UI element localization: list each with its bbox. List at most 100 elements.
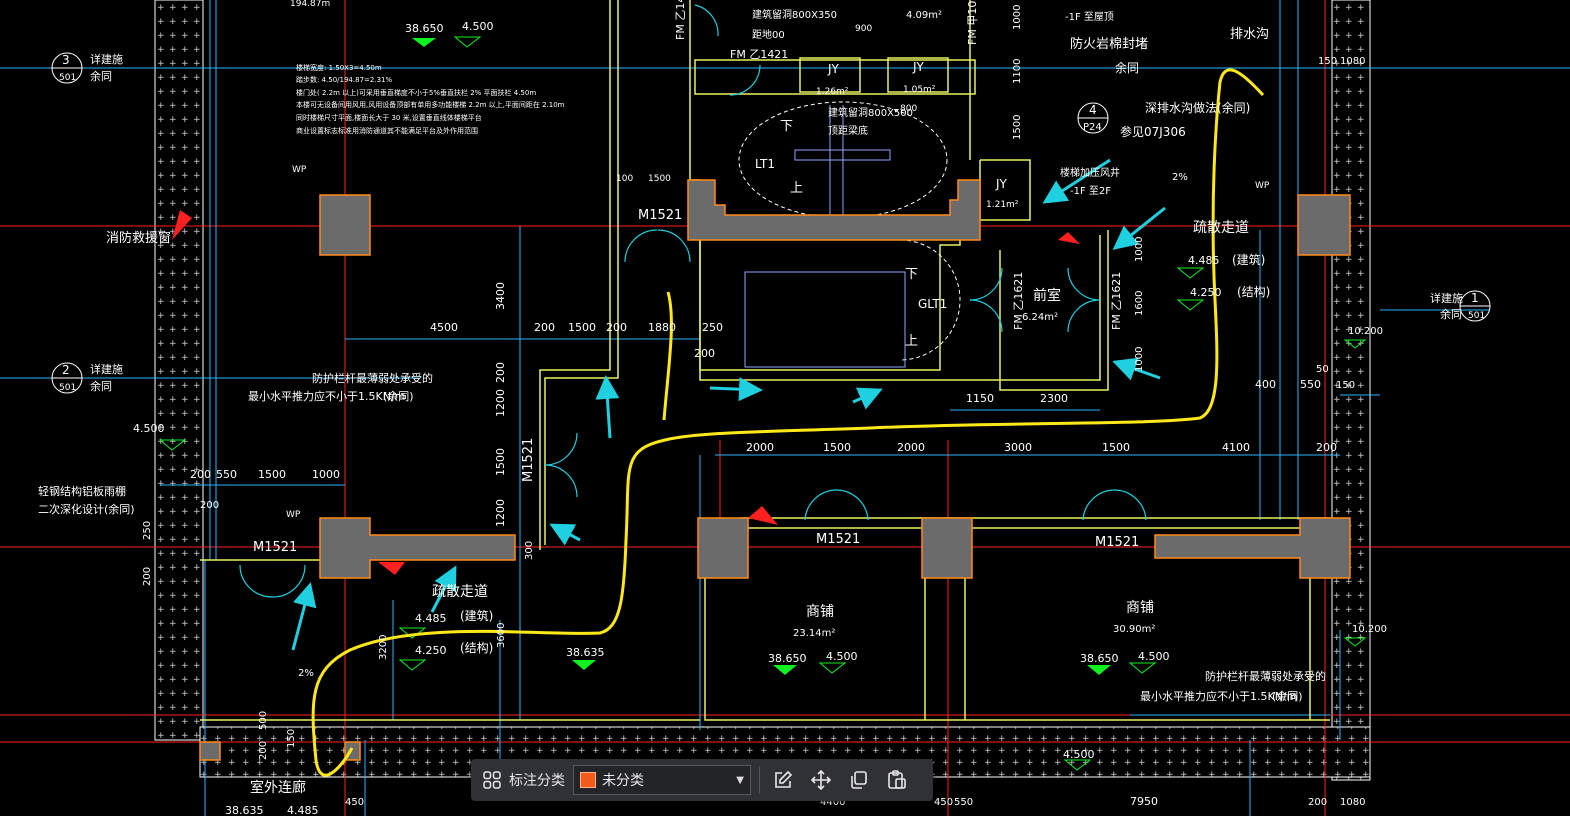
fire-seal-note: 防火岩棉封堵 (1070, 36, 1148, 52)
dim: 150 (1336, 380, 1355, 391)
grid-icon[interactable] (477, 765, 507, 795)
drain-note: 深排水沟做法(余同) (1145, 100, 1250, 115)
guard-note-1: 防护栏杆最薄弱处承受的 (312, 371, 433, 385)
stair-up-1: 上 (790, 181, 803, 196)
same-note-1: 余同 (1440, 307, 1462, 321)
category-selected-value: 未分类 (602, 773, 644, 789)
copy-icon[interactable] (844, 765, 874, 795)
dim: 2000 (746, 441, 774, 454)
same-note-3: 余同 (90, 69, 112, 83)
category-color-swatch (580, 772, 596, 788)
elev-4500-left: 4.500 (133, 422, 165, 435)
shaft-area-3: 1.21m² (986, 200, 1019, 210)
door-fm-1621-a: FM 乙1621 (1012, 272, 1025, 330)
dim: 50 (1316, 364, 1329, 375)
dim: 1500 (258, 468, 286, 481)
stair-lt1-label: LT1 (755, 157, 775, 171)
guard-note-3: (余同) (383, 389, 414, 403)
dim: 400 (1255, 378, 1276, 391)
dim: 1000 (1134, 347, 1145, 372)
elev-38650-shop1: 38.650 (768, 652, 807, 665)
dim: 200 (494, 362, 507, 383)
shaft-jy-2: JY (912, 60, 925, 74)
dim: 500 (258, 711, 269, 730)
dim: 900 (855, 24, 872, 34)
elev-38650-shop2: 38.650 (1080, 652, 1119, 665)
tag-num-4: 4 (1089, 103, 1097, 117)
dim: 1500 (1102, 441, 1130, 454)
tag-sheet-2: 501 (59, 383, 76, 393)
room-shop-1: 商铺 (806, 604, 834, 620)
room-shop-2: 商铺 (1126, 600, 1154, 616)
dim: 250 (702, 321, 723, 334)
dim: 1000 (312, 468, 340, 481)
dim: 200 (606, 321, 627, 334)
pressure-shaft-floors: -1F 至2F (1070, 185, 1111, 197)
edit-icon[interactable] (768, 765, 798, 795)
stair-down-1: 下 (780, 119, 793, 134)
label-drain-ditch: 排水沟 (1230, 27, 1269, 42)
elev-4500-bottom: 4.500 (1063, 748, 1095, 761)
fire-seal-same: 余同 (1115, 60, 1139, 75)
dim: 1500 (823, 441, 851, 454)
elev-4485-left: 4.485 (415, 612, 447, 625)
room-anteroom: 前室 (1033, 287, 1061, 304)
room-corridor-left: 疏散走道 (432, 584, 488, 600)
level-markers (412, 38, 1111, 675)
dim: 550 (954, 797, 973, 808)
small-note-2: 踏步数: 4.50/194.87=2.31% (296, 75, 392, 84)
floor-note-top: -1F 至屋顶 (1065, 11, 1114, 23)
pressure-shaft-note: 楼梯加压风井 (1060, 166, 1120, 179)
top-area: 4.09m² (906, 10, 942, 21)
category-dropdown[interactable]: 未分类 ▼ (573, 765, 751, 795)
dim: 1100 (1012, 59, 1023, 84)
cad-drawing-canvas[interactable]: + + (0, 0, 1570, 816)
dim: 3600 (496, 623, 507, 648)
room-anteroom-area: 6.24m² (1022, 312, 1058, 323)
slope-left: 2% (298, 668, 314, 679)
move-icon[interactable] (806, 765, 836, 795)
slope-right: 2% (1172, 172, 1188, 183)
shaft-jy-3: JY (995, 177, 1008, 191)
small-note-5: 同时楼梯尺寸平面,楼面长大于 30 米,设置垂直线体楼梯平台 (296, 113, 482, 122)
elev-10200-right-b: 10.200 (1352, 624, 1387, 635)
elev-4500-shop1: 4.500 (826, 650, 858, 663)
dim: 1880 (648, 321, 676, 334)
dim: 200 (534, 321, 555, 334)
annotation-toolbar: 标注分类 未分类 ▼ (471, 759, 933, 801)
shaft-jy-1: JY (827, 62, 840, 76)
shaft-area-2: 1.05m² (903, 85, 936, 95)
dim: 450 (345, 797, 364, 808)
elev-4500-shop2: 4.500 (1138, 650, 1170, 663)
dim: 3200 (378, 635, 389, 660)
stair-down-2: 下 (905, 267, 918, 282)
wall-hatch-left (154, 0, 204, 741)
elev-struct-left: (结构) (460, 640, 493, 655)
dim: 1150 (966, 392, 994, 405)
elev-38650-top: 38.650 (405, 22, 444, 35)
elev-arch-left: (建筑) (460, 608, 493, 623)
wp-label-3: WP (1255, 181, 1270, 191)
dim: 200 (200, 500, 219, 511)
elev-struct-corridor: (结构) (1237, 284, 1270, 299)
steel-canopy-note-1: 轻钢结构铝板雨棚 (38, 484, 126, 498)
elev-arch-corridor: (建筑) (1232, 252, 1265, 267)
dim: 2000 (897, 441, 925, 454)
stair-glt1-label: GLT1 (918, 297, 947, 311)
opening-note-2: 距地00 (752, 28, 785, 41)
dim: 4500 (430, 321, 458, 334)
tag-num-1: 1 (1471, 291, 1479, 305)
guard-note-2: 最小水平推力应不小于1.5KN/m (248, 389, 405, 403)
dim: 1200 (494, 499, 507, 527)
dim: 4100 (1222, 441, 1250, 454)
small-note-4: 本楼可无设备间用风用,风用设备顶部有单用多功能楼梯 2.2m 以上,平面间距在 … (296, 100, 565, 109)
dim: 200 (190, 468, 211, 481)
door-fm-jia102: FM 甲102 (966, 0, 979, 45)
paste-icon[interactable] (882, 765, 912, 795)
guard-note-4: 防护栏杆最薄弱处承受的 (1205, 669, 1326, 683)
dim: 1500 (568, 321, 596, 334)
small-note-1: 楼梯宽度: 1.50X3=4.50m (296, 63, 382, 72)
door-fm-1621-b: FM 乙1621 (1110, 272, 1123, 330)
tag-num-2: 2 (62, 363, 70, 377)
dim: 3400 (494, 282, 507, 310)
